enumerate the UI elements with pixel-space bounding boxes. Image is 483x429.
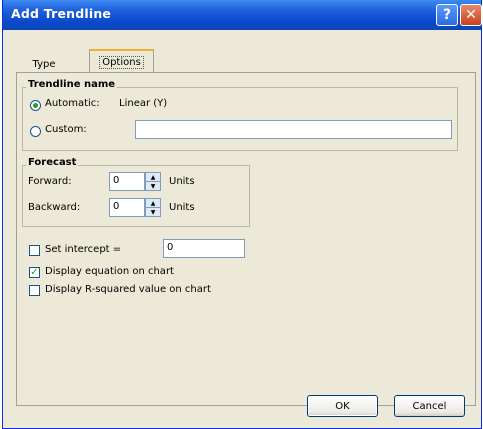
window-title: Add Trendline [11,6,112,21]
automatic-label: Automatic: [45,98,100,109]
backward-spinner[interactable]: ▲ ▼ [145,198,161,217]
trendline-name-group: Trendline name Automatic: Linear (Y) Cus… [22,79,458,151]
spin-down-icon[interactable]: ▼ [146,208,160,217]
cancel-button[interactable]: Cancel [394,395,465,417]
spin-up-icon[interactable]: ▲ [146,199,160,208]
forecast-group-title: Forecast [26,157,79,168]
title-bar[interactable]: Add Trendline ? ✕ [3,0,482,30]
set-intercept-label: Set intercept = [45,244,122,255]
forward-spinner[interactable]: ▲ ▼ [145,172,161,191]
display-equation-checkbox[interactable]: ✓ [29,267,40,278]
custom-label: Custom: [45,124,87,135]
backward-units-label: Units [169,202,195,213]
automatic-value: Linear (Y) [119,98,168,109]
forward-label: Forward: [28,176,72,187]
forward-input[interactable]: 0 [109,172,145,191]
backward-input[interactable]: 0 [109,198,145,217]
automatic-radio[interactable] [30,100,41,111]
tab-options[interactable]: Options [89,49,154,73]
help-button[interactable]: ? [436,4,458,26]
tab-options-label: Options [99,55,144,69]
spin-up-icon[interactable]: ▲ [146,173,160,182]
close-icon: ✕ [465,7,477,23]
display-rsquared-checkbox[interactable] [29,285,40,296]
display-rsquared-label: Display R-squared value on chart [45,284,211,295]
tab-type-label: Type [32,58,56,70]
custom-name-input[interactable] [135,120,452,139]
help-icon: ? [442,7,452,23]
forecast-group: Forecast Forward: 0 ▲ ▼ Units Backward: … [22,157,250,227]
forward-units-label: Units [169,176,195,187]
intercept-input[interactable]: 0 [163,239,245,258]
ok-button[interactable]: OK [307,395,378,417]
backward-label: Backward: [28,202,81,213]
add-trendline-dialog: Add Trendline ? ✕ Type Options Trendline… [2,0,482,429]
set-intercept-checkbox[interactable] [29,245,40,256]
trendline-name-group-title: Trendline name [26,79,118,90]
spin-down-icon[interactable]: ▼ [146,182,160,191]
close-button[interactable]: ✕ [460,4,482,26]
custom-radio[interactable] [30,126,41,137]
options-panel: Trendline name Automatic: Linear (Y) Cus… [16,72,476,406]
display-equation-label: Display equation on chart [45,266,174,277]
